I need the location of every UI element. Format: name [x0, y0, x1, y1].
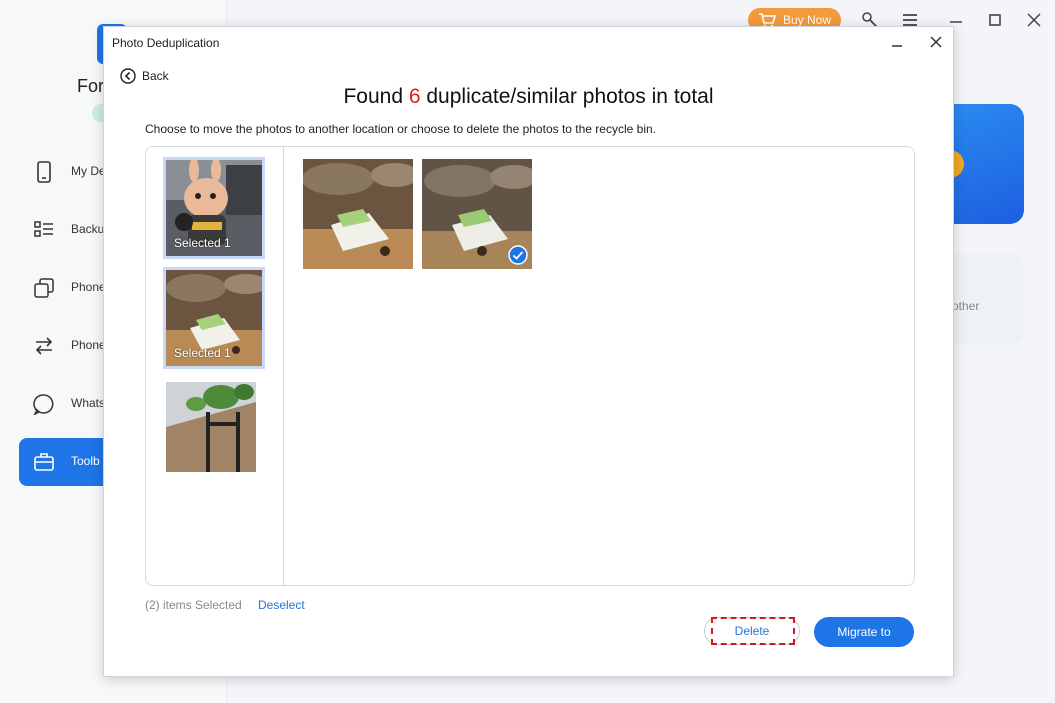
app-title: For	[77, 76, 104, 96]
deselect-link[interactable]: Deselect	[258, 598, 305, 612]
back-label: Back	[142, 69, 169, 83]
selected-count: (2) items Selected	[145, 598, 242, 612]
close-icon[interactable]	[1024, 10, 1044, 30]
feature-card-secondary[interactable]: other	[950, 254, 1024, 344]
back-button[interactable]: Back	[120, 67, 169, 85]
sidebar-item-label: Phone	[71, 338, 106, 352]
sidebar-item-label: My De	[71, 164, 106, 178]
group-thumbnail[interactable]: Selected 1	[163, 157, 265, 259]
maximize-icon[interactable]	[985, 10, 1005, 30]
feature-card[interactable]	[950, 104, 1024, 224]
cake-photo-image	[302, 159, 419, 269]
group-thumbnail[interactable]	[166, 382, 262, 478]
group-caption: Selected 1	[174, 236, 231, 250]
chat-icon	[33, 394, 54, 415]
transfer-icon	[35, 337, 53, 355]
copy-icon	[34, 278, 54, 298]
toolbox-icon	[34, 453, 54, 471]
instruction-text: Choose to move the photos to another loc…	[145, 122, 656, 136]
photo-panel: Selected 1 Selected 1	[145, 146, 915, 586]
sidebar-item-label: Toolb	[71, 454, 100, 468]
group-thumbnail[interactable]: Selected 1	[163, 267, 265, 369]
phone-icon	[37, 161, 51, 183]
photo-item[interactable]	[302, 159, 419, 269]
sidebar-item-label: Whats	[71, 396, 106, 410]
checkmark-icon[interactable]	[508, 245, 528, 265]
panel-divider	[283, 147, 284, 585]
close-icon[interactable]	[927, 33, 945, 51]
page-title: Found 6 duplicate/similar photos in tota…	[343, 85, 714, 108]
sidebar-item-label: Phone	[71, 280, 106, 294]
sidebar-item-label: Backu	[71, 222, 105, 236]
duplicate-count: 6	[408, 85, 421, 108]
minimize-icon[interactable]	[889, 35, 905, 51]
migrate-to-button[interactable]: Migrate to	[814, 617, 914, 647]
dialog-title: Photo Deduplication	[112, 36, 220, 50]
photo-deduplication-dialog: Photo Deduplication Back Found 6 duplica…	[103, 26, 954, 677]
back-arrow-icon	[120, 68, 136, 84]
delete-button[interactable]: Delete	[704, 617, 800, 645]
photo-item[interactable]	[422, 159, 538, 269]
group-caption: Selected 1	[174, 346, 231, 360]
backup-list-icon	[34, 221, 53, 237]
plant-image	[166, 382, 256, 472]
